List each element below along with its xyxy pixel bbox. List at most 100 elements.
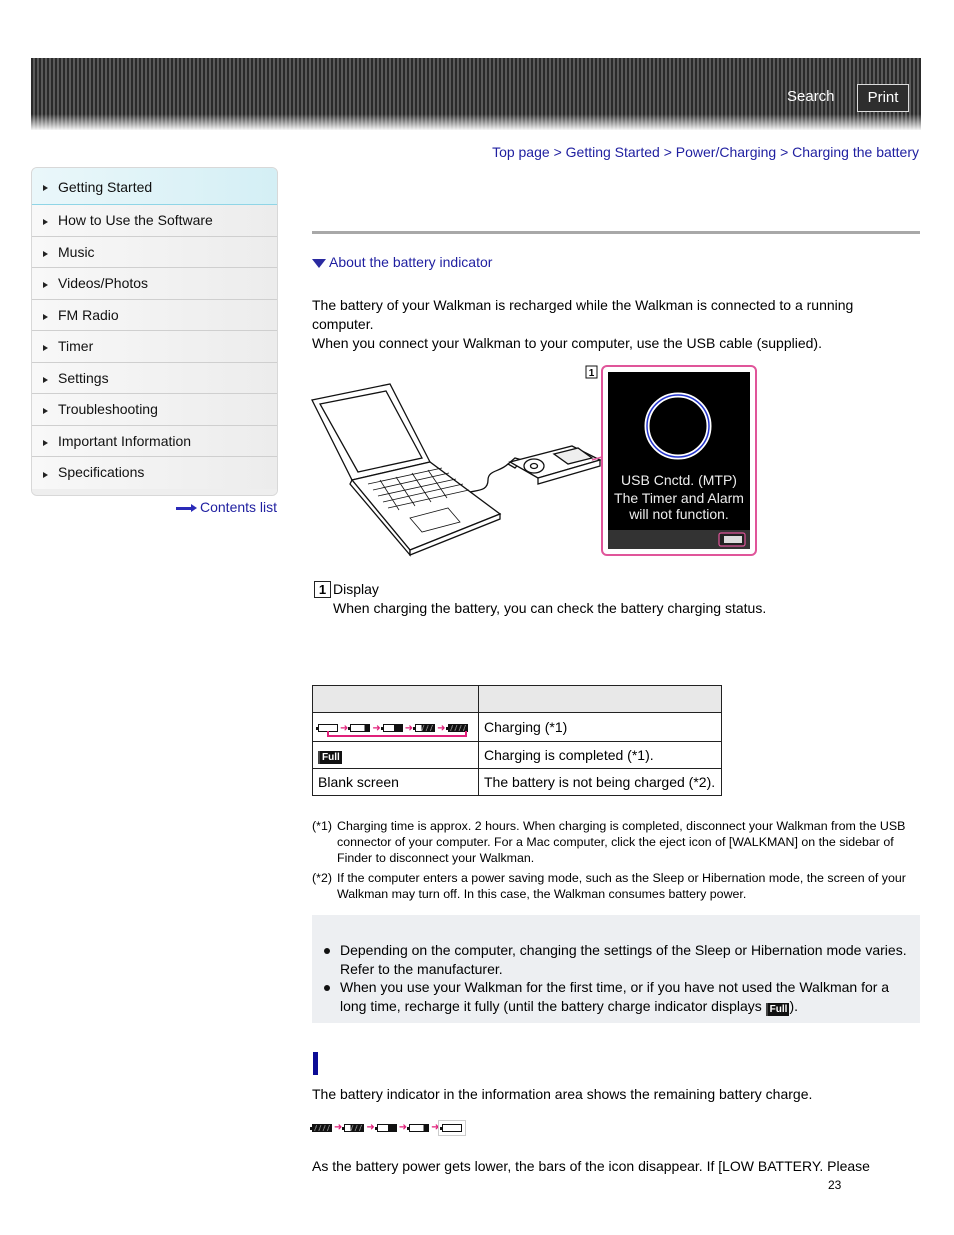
note-item: Depending on the computer, changing the …: [322, 941, 917, 978]
triangle-right-icon: [43, 313, 48, 320]
sidebar-item-label: Important Information: [58, 432, 192, 449]
intro-paragraph: The battery of your Walkman is recharged…: [312, 296, 853, 353]
intro-line: computer.: [312, 316, 374, 332]
sidebar-item-getting-started[interactable]: Getting Started: [32, 168, 277, 205]
battery-low-flashing-icon: [439, 1123, 462, 1132]
sidebar-item-label: Specifications: [58, 464, 145, 480]
breadcrumb-power-charging[interactable]: Power/Charging: [676, 144, 776, 160]
callout-number: 1: [589, 368, 595, 379]
footnote: (*1) Charging time is approx. 2 hours. Wh…: [312, 818, 912, 866]
breadcrumb-separator: >: [780, 144, 789, 160]
sidebar-item-troubleshooting[interactable]: Troubleshooting: [32, 394, 277, 426]
battery-full-icon: [310, 1123, 332, 1132]
breadcrumb: Top page > Getting Started > Power/Charg…: [492, 144, 919, 160]
breadcrumb-separator: >: [663, 144, 672, 160]
note-box: Depending on the computer, changing the …: [312, 915, 920, 1023]
battery-full-label-icon: Full: [765, 1002, 790, 1016]
screen-text-line: will not function.: [628, 506, 729, 522]
charging-sequence-icon: ➜ ➜ ➜ ➜: [312, 712, 479, 742]
triangle-right-icon: [43, 282, 48, 289]
page-number: 23: [828, 1178, 842, 1192]
page-header: Search Print: [31, 58, 921, 130]
walkman-screen: [608, 372, 750, 549]
sidebar-item-fm-radio[interactable]: FM Radio: [32, 299, 277, 331]
section-heading-bar: [313, 1052, 318, 1075]
battery-2-icon: [374, 1123, 397, 1132]
display-item-description: When charging the battery, you can check…: [333, 600, 767, 616]
screen-text-line: The Timer and Alarm: [614, 490, 744, 506]
contents-list-link[interactable]: Contents list: [176, 499, 277, 515]
callout-number-badge: 1: [314, 581, 331, 598]
table-row: ➜ ➜ ➜ ➜ Charging (*1): [312, 712, 722, 742]
charging-status-table: ➜ ➜ ➜ ➜ Charging (*1) Full Charging is comp…: [312, 685, 722, 796]
footnotes: (*1) Charging time is approx. 2 hours. Wh…: [312, 818, 912, 906]
sidebar-item-software[interactable]: How to Use the Software: [32, 205, 277, 237]
arrow-right-icon: ➜: [398, 1122, 408, 1133]
sidebar-item-label: Getting Started: [58, 179, 153, 195]
table-cell: Charging is completed (*1).: [478, 741, 722, 769]
sidebar-item-important-information[interactable]: Important Information: [32, 425, 277, 457]
triangle-right-icon: [43, 439, 48, 446]
sidebar-item-label: Troubleshooting: [58, 401, 158, 417]
note-text: When you use your Walkman for the first …: [340, 979, 890, 1014]
footnote-text: Charging time is approx. 2 hours. When c…: [337, 819, 906, 865]
arrow-right-icon: ➜: [366, 1122, 375, 1133]
breadcrumb-separator: >: [553, 144, 562, 160]
contents-list-label: Contents list: [200, 499, 278, 515]
arrow-right-icon: ➜: [431, 1122, 440, 1133]
walkman-device-drawing: [508, 445, 602, 485]
sidebar-item-settings[interactable]: Settings: [32, 362, 277, 394]
note-list: Depending on the computer, changing the …: [322, 941, 917, 1016]
sidebar-nav: Getting Started How to Use the Software …: [31, 167, 278, 496]
callout-line: [591, 452, 603, 461]
sidebar-item-label: Music: [58, 243, 95, 260]
sidebar-item-specifications[interactable]: Specifications: [32, 457, 277, 489]
laptop-drawing: [311, 383, 524, 557]
intro-line: The battery of your Walkman is recharged…: [312, 297, 854, 313]
footnote: (*2) If the computer enters a power savin…: [312, 870, 912, 902]
sidebar-item-videos-photos[interactable]: Videos/Photos: [32, 268, 277, 300]
note-item: When you use your Walkman for the first …: [322, 978, 917, 1016]
battery-section-intro: The battery indicator in the information…: [312, 1086, 813, 1102]
table-cell: Blank screen: [312, 768, 479, 796]
about-battery-indicator-link[interactable]: About the battery indicator: [312, 254, 492, 270]
battery-full-label-icon: Full: [318, 751, 342, 764]
intro-line: When you connect your Walkman to your co…: [312, 335, 822, 351]
battery-section-text: As the battery power gets lower, the bar…: [312, 1158, 870, 1174]
charging-illustration: USB Cnctd. (MTP) The Timer and Alarm wil…: [311, 365, 757, 557]
breadcrumb-getting-started[interactable]: Getting Started: [566, 144, 660, 160]
sidebar-item-label: Videos/Photos: [58, 275, 149, 291]
search-link[interactable]: Search: [787, 88, 835, 105]
battery-3-icon: [342, 1123, 365, 1132]
footnote-id: (*1): [312, 819, 332, 833]
table-cell: The battery is not being charged (*2).: [478, 768, 722, 796]
sidebar-item-timer[interactable]: Timer: [32, 331, 277, 363]
sidebar-item-music[interactable]: Music: [32, 236, 277, 268]
arrow-right-icon: [176, 504, 198, 513]
loop-arrow-icon: [327, 731, 467, 737]
print-button[interactable]: Print: [857, 84, 909, 112]
screen-text-line: USB Cnctd. (MTP): [621, 472, 737, 488]
display-item-title: Display: [333, 581, 379, 597]
triangle-right-icon: [43, 408, 48, 415]
sidebar-bottom: [32, 488, 277, 495]
table-header-cell: [312, 685, 479, 713]
triangle-right-icon: [43, 219, 48, 226]
triangle-right-icon: [43, 376, 48, 383]
anchor-link-label: About the battery indicator: [329, 254, 493, 270]
battery-level-sequence: ➜ ➜ ➜ ➜: [310, 1118, 462, 1137]
table-row: Full Charging is completed (*1).: [312, 741, 722, 769]
breadcrumb-top-page[interactable]: Top page: [492, 144, 550, 160]
footnote-id: (*2): [312, 871, 332, 885]
sidebar-item-label: Timer: [58, 338, 94, 354]
table-cell: Charging (*1): [478, 712, 722, 742]
triangle-right-icon: [43, 345, 48, 352]
sidebar-item-label: FM Radio: [58, 306, 119, 323]
title-divider: [312, 231, 920, 234]
sidebar-item-label: Settings: [58, 369, 109, 386]
sidebar-item-label: How to Use the Software: [58, 212, 213, 228]
arrow-right-icon: ➜: [334, 1122, 343, 1133]
table-header-row: [312, 685, 722, 713]
triangle-right-icon: [43, 471, 48, 478]
breadcrumb-current-page[interactable]: Charging the battery: [792, 144, 919, 160]
